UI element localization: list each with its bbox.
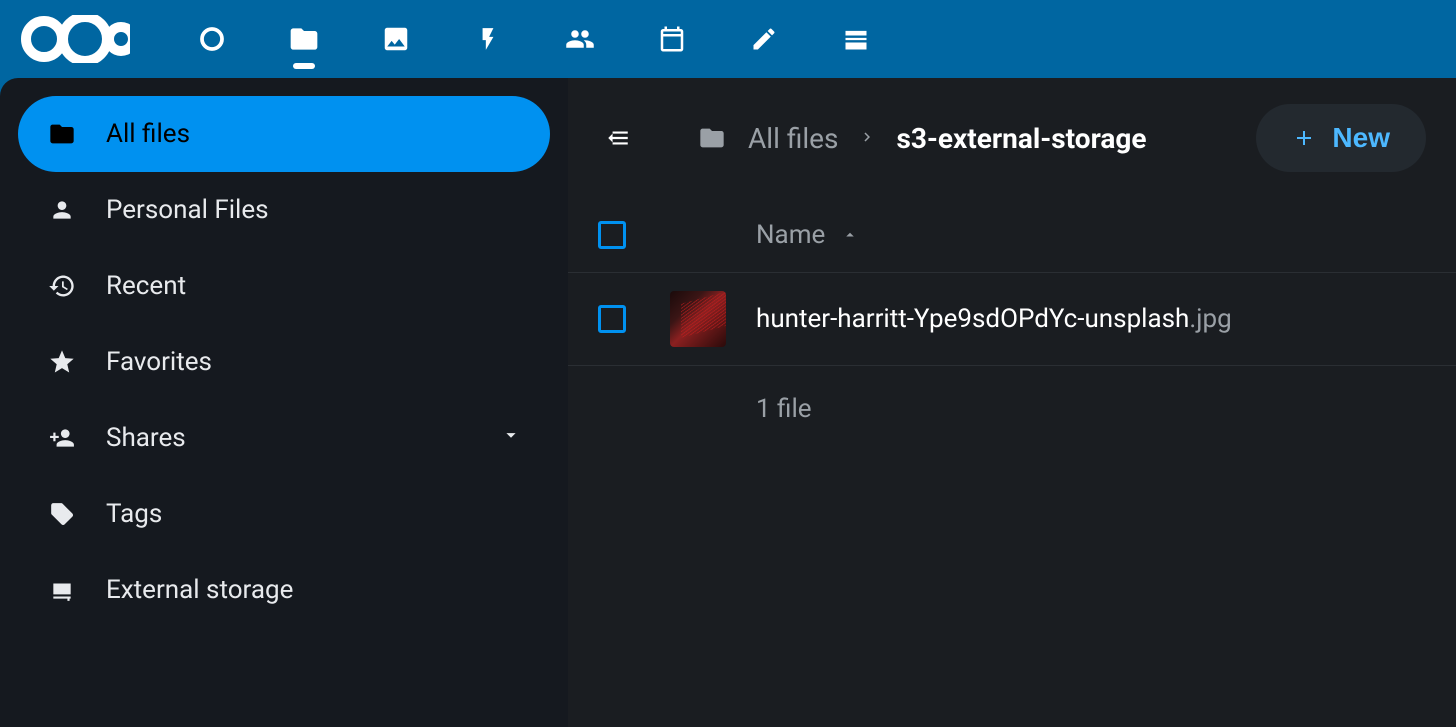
file-thumbnail	[670, 291, 726, 347]
chevron-down-icon	[500, 423, 522, 453]
calendar-icon[interactable]	[652, 19, 692, 59]
history-icon	[46, 270, 78, 302]
deck-icon[interactable]	[836, 19, 876, 59]
folder-icon	[46, 118, 78, 150]
sidebar-item-label: Tags	[106, 499, 162, 529]
breadcrumb: All files s3-external-storage	[696, 122, 1146, 155]
chevron-right-icon	[858, 124, 876, 152]
new-button-label: New	[1332, 122, 1390, 154]
external-storage-icon	[46, 574, 78, 606]
sidebar-item-favorites[interactable]: Favorites	[18, 324, 550, 400]
breadcrumb-root[interactable]: All files	[748, 122, 838, 155]
sidebar-item-label: Personal Files	[106, 195, 269, 225]
top-nav-bar	[0, 0, 1456, 78]
toggle-sidebar-button[interactable]	[598, 118, 638, 158]
sidebar-item-label: External storage	[106, 575, 293, 605]
person-icon	[46, 194, 78, 226]
sidebar-item-all-files[interactable]: All files	[18, 96, 550, 172]
nextcloud-logo[interactable]	[20, 15, 130, 63]
photos-icon[interactable]	[376, 19, 416, 59]
sort-ascending-icon	[841, 226, 859, 244]
sidebar-item-label: Favorites	[106, 347, 212, 377]
sidebar-item-shares[interactable]: Shares	[18, 400, 550, 476]
new-button[interactable]: New	[1256, 104, 1426, 172]
summary-row: 1 file	[568, 366, 1456, 452]
tag-icon	[46, 498, 78, 530]
sidebar-item-label: Shares	[106, 423, 186, 453]
sidebar-item-label: All files	[106, 119, 190, 149]
column-name-label: Name	[756, 220, 825, 250]
content-area: All files s3-external-storage New Name	[568, 78, 1456, 727]
table-header: Name	[568, 198, 1456, 273]
files-icon[interactable]	[284, 19, 324, 59]
person-add-icon	[46, 422, 78, 454]
column-name-header[interactable]: Name	[756, 220, 859, 250]
plus-icon	[1292, 126, 1316, 150]
file-row[interactable]: hunter-harritt-Ype9sdOPdYc-unsplash.jpg	[568, 273, 1456, 366]
sidebar-item-external-storage[interactable]: External storage	[18, 552, 550, 628]
sidebar: All files Personal Files Recent Favorite…	[0, 78, 568, 727]
file-checkbox[interactable]	[598, 305, 626, 333]
breadcrumb-current: s3-external-storage	[896, 122, 1146, 155]
activity-icon[interactable]	[468, 19, 508, 59]
home-folder-icon[interactable]	[696, 122, 728, 154]
select-all-checkbox[interactable]	[598, 221, 626, 249]
sidebar-item-tags[interactable]: Tags	[18, 476, 550, 552]
contacts-icon[interactable]	[560, 19, 600, 59]
content-header: All files s3-external-storage New	[568, 78, 1456, 198]
file-name: hunter-harritt-Ype9sdOPdYc-unsplash.jpg	[756, 304, 1232, 334]
sidebar-item-recent[interactable]: Recent	[18, 248, 550, 324]
sidebar-item-label: Recent	[106, 271, 186, 301]
notes-icon[interactable]	[744, 19, 784, 59]
dashboard-icon[interactable]	[192, 19, 232, 59]
sidebar-item-personal-files[interactable]: Personal Files	[18, 172, 550, 248]
star-icon	[46, 346, 78, 378]
